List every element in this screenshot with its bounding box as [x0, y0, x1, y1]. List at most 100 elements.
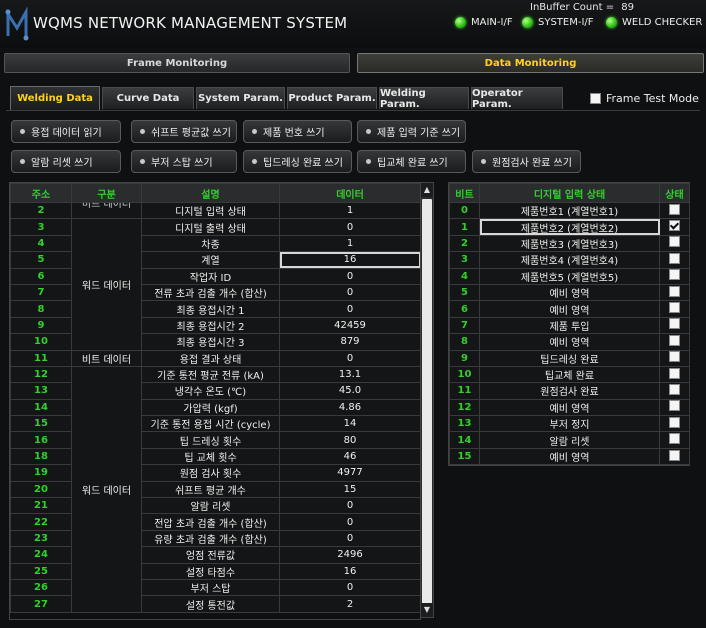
checked-checkbox-icon[interactable] [669, 220, 680, 232]
checkbox-icon[interactable] [669, 400, 680, 412]
data-cell[interactable]: 42459 [279, 316, 420, 335]
data-monitoring-button[interactable]: Data Monitoring [357, 53, 704, 73]
frame-test-mode[interactable]: Frame Test Mode [590, 92, 699, 105]
data-cell[interactable]: 879 [279, 333, 420, 351]
frame-monitoring-button[interactable]: Frame Monitoring [4, 53, 350, 73]
write-shift-average-button[interactable]: 쉬프트 평균값 쓰기 [131, 120, 237, 143]
address-cell: 4 [10, 234, 72, 253]
table-row[interactable]: 10 팁교체 완료 [449, 365, 690, 384]
header-data: 데이터 [279, 183, 420, 203]
table-row[interactable]: 6 예비 영역 [449, 300, 690, 318]
write-tip-dressing-done-button[interactable]: 팁드레싱 완료 쓰기 [243, 150, 352, 173]
table-row[interactable]: 11 원점검사 완료 [449, 382, 690, 400]
data-cell[interactable]: 1 [279, 234, 420, 253]
data-cell[interactable]: 0 [279, 497, 420, 515]
table-row[interactable]: 7 제품 투입 [449, 316, 690, 335]
table-row[interactable]: 3 워드 데이터 디지털 출력 상태 0 [10, 218, 420, 351]
data-cell[interactable]: 0 [279, 267, 420, 285]
address-cell: 14 [10, 398, 72, 417]
table-row[interactable]: 8 예비 영역 [449, 333, 690, 351]
data-cell[interactable]: 13.1 [279, 365, 420, 384]
weld-data-scrollbar[interactable]: ▲ ▼ [420, 182, 434, 618]
write-origin-check-done-button[interactable]: 원점검사 완료 쓰기 [472, 150, 581, 173]
data-cell[interactable]: 14 [279, 415, 420, 433]
address-cell: 26 [10, 578, 72, 597]
table-row[interactable]: 2 비트 데이터 디지털 입력 상태 1 [10, 201, 420, 220]
checkbox-icon[interactable] [669, 351, 680, 363]
description-cell: 전류 초과 검출 개수 (합산) [141, 283, 280, 302]
write-product-number-button[interactable]: 제품 번호 쓰기 [243, 120, 352, 143]
tab-welding-data[interactable]: Welding Data [10, 86, 100, 110]
digital-input-table[interactable]: 비트 디지털 입력 상태 상태 0 제품번호1 (계열번호1) 1 제품번호2 (계열… [448, 182, 690, 467]
data-cell[interactable]: 0 [279, 349, 420, 367]
table-row[interactable]: 3 제품번호4 (계열번호4) [449, 251, 690, 269]
checkbox-icon[interactable] [669, 318, 680, 330]
checkbox-icon[interactable] [669, 367, 680, 379]
data-cell[interactable]: 45.0 [279, 382, 420, 400]
tab-welding-param[interactable]: Welding Param. [379, 87, 469, 110]
checkbox-icon[interactable] [669, 203, 680, 215]
data-cell[interactable]: 2 [279, 595, 420, 613]
data-cell[interactable]: 0 [279, 529, 420, 548]
table-row[interactable]: 1 제품번호2 (계열번호2) [449, 218, 690, 236]
data-cell[interactable]: 0 [279, 513, 420, 531]
input-label-cell: 제품번호5 (계열번호5) [479, 267, 660, 285]
write-tip-change-done-button[interactable]: 팁교체 완료 쓰기 [357, 150, 466, 173]
weld-data-table[interactable]: 주소 구분 설명 데이터 2 비트 데이터 디지털 입력 상태 1 3 워드 데이터 디지털… [9, 182, 421, 620]
data-cell[interactable]: 4.86 [279, 398, 420, 417]
button-label: 제품 번호 쓰기 [263, 128, 325, 139]
checkbox-icon[interactable] [669, 433, 680, 445]
bit-cell: 5 [449, 283, 480, 302]
data-cell[interactable]: 4977 [279, 464, 420, 482]
tab-product-param[interactable]: Product Param. [287, 87, 377, 109]
table-row[interactable]: 5 예비 영역 [449, 283, 690, 302]
table-row[interactable]: 2 제품번호3 (계열번호3) [449, 234, 690, 253]
checkbox-icon[interactable] [669, 383, 680, 395]
data-cell[interactable]: 0 [279, 300, 420, 318]
data-cell[interactable]: 46 [279, 447, 420, 466]
checkbox-icon[interactable] [669, 416, 680, 428]
tab-operator-param[interactable]: Operator Param. [471, 87, 563, 110]
description-cell: 팁 드레싱 횟수 [141, 431, 280, 449]
input-label-cell: 원점검사 완료 [479, 382, 660, 400]
checkbox-icon[interactable] [669, 269, 680, 281]
checkbox-icon[interactable] [669, 449, 680, 461]
state-cell [659, 447, 690, 466]
table-row[interactable]: 9 팁드레싱 완료 [449, 349, 690, 367]
table-row[interactable]: 14 알람 리셋 [449, 431, 690, 449]
data-cell[interactable]: 0 [279, 578, 420, 597]
data-cell[interactable]: 1 [279, 201, 420, 220]
data-cell[interactable]: 16 [279, 562, 420, 580]
table-row[interactable]: 15 예비 영역 [449, 447, 690, 466]
tab-curve-data[interactable]: Curve Data [102, 87, 194, 109]
tab-system-param[interactable]: System Param. [196, 87, 285, 109]
data-cell[interactable]: 2496 [279, 546, 420, 564]
data-cell[interactable]: 15 [279, 480, 420, 499]
scroll-up-icon[interactable]: ▲ [421, 183, 433, 197]
bit-cell: 11 [449, 382, 480, 400]
table-row[interactable]: 12 워드 데이터 기준 통전 평균 전류 (kA) 13.1 [10, 365, 420, 613]
scroll-down-icon[interactable]: ▼ [421, 603, 433, 617]
checkbox-icon[interactable] [669, 236, 680, 248]
checkbox-icon[interactable] [669, 302, 680, 314]
write-alarm-reset-button[interactable]: 알람 리셋 쓰기 [11, 150, 121, 173]
address-cell: 8 [10, 300, 72, 318]
table-row[interactable]: 0 제품번호1 (계열번호1) [449, 201, 690, 220]
data-cell[interactable]: 16 [279, 251, 420, 269]
table-row[interactable]: 11 비트 데이터 용접 결과 상태 0 [10, 349, 420, 367]
data-cell[interactable]: 0 [279, 218, 420, 236]
table-row[interactable]: 4 제품번호5 (계열번호5) [449, 267, 690, 285]
checkbox-icon[interactable] [669, 334, 680, 346]
checkbox-icon[interactable] [669, 285, 680, 297]
scrollbar-thumb[interactable] [422, 199, 432, 605]
table-row[interactable]: 12 예비 영역 [449, 398, 690, 417]
write-product-input-standard-button[interactable]: 제품 입력 기준 쓰기 [357, 120, 466, 143]
checkbox-icon[interactable] [669, 252, 680, 264]
data-cell[interactable]: 80 [279, 431, 420, 449]
description-cell: 엉점 전류값 [141, 546, 280, 564]
write-buzzer-stop-button[interactable]: 부저 스탑 쓰기 [131, 150, 237, 173]
frame-test-checkbox[interactable] [590, 93, 601, 104]
table-row[interactable]: 13 부저 정지 [449, 415, 690, 433]
data-cell[interactable]: 0 [279, 283, 420, 302]
read-weld-data-button[interactable]: 용접 데이터 읽기 [11, 120, 121, 143]
